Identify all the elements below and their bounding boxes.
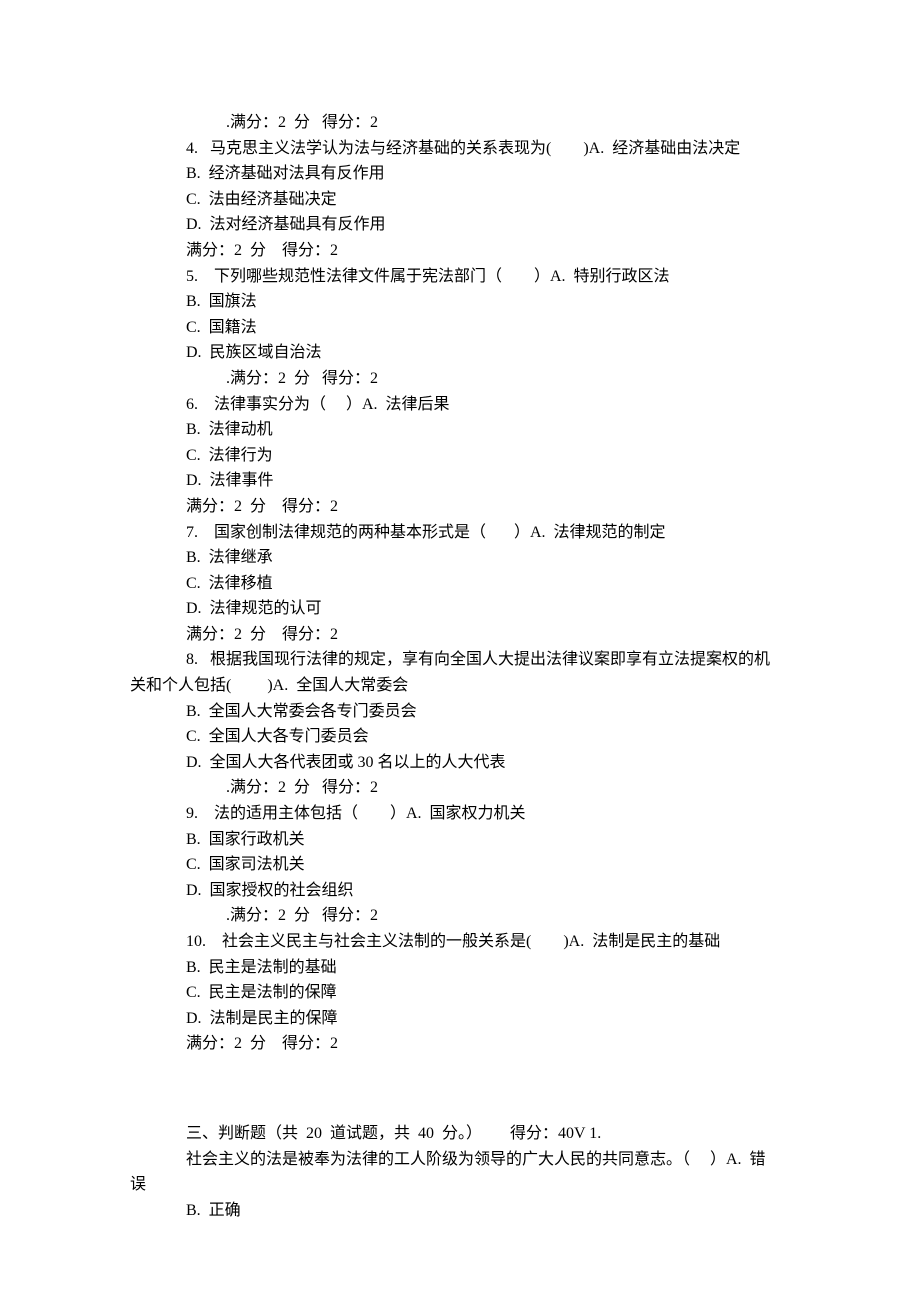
q9-option-c: C. 国家司法机关 — [130, 852, 790, 878]
q5-option-b: B. 国旗法 — [130, 289, 790, 315]
q10-option-c: C. 民主是法制的保障 — [130, 980, 790, 1006]
q7-stem: 7. 国家创制法律规范的两种基本形式是（ ）A. 法律规范的制定 — [130, 520, 790, 546]
q10-option-b: B. 民主是法制的基础 — [130, 955, 790, 981]
q9-option-b: B. 国家行政机关 — [130, 827, 790, 853]
q6-score: 满分：2 分 得分：2 — [130, 494, 790, 520]
q7-option-d: D. 法律规范的认可 — [130, 596, 790, 622]
q8-stem-line1: 8. 根据我国现行法律的规定，享有向全国人大提出法律议案即享有立法提案权的机 — [130, 647, 790, 673]
q5-option-d: D. 民族区域自治法 — [130, 340, 790, 366]
q8-option-b: B. 全国人大常委会各专门委员会 — [130, 699, 790, 725]
q4-option-c: C. 法由经济基础决定 — [130, 187, 790, 213]
q8-option-c: C. 全国人大各专门委员会 — [130, 724, 790, 750]
q7-option-c: C. 法律移植 — [130, 571, 790, 597]
q9-option-d: D. 国家授权的社会组织 — [130, 878, 790, 904]
q9-stem: 9. 法的适用主体包括（ ）A. 国家权力机关 — [130, 801, 790, 827]
q8-stem-line2: 关和个人包括( )A. 全国人大常委会 — [130, 673, 790, 699]
q10-stem: 10. 社会主义民主与社会主义法制的一般关系是( )A. 法制是民主的基础 — [130, 929, 790, 955]
q4-option-d: D. 法对经济基础具有反作用 — [130, 212, 790, 238]
section3-q1-stem-line2: 误 — [130, 1172, 790, 1198]
q6-option-c: C. 法律行为 — [130, 443, 790, 469]
q5-stem: 5. 下列哪些规范性法律文件属于宪法部门（ ）A. 特别行政区法 — [130, 264, 790, 290]
q5-score: .满分：2 分 得分：2 — [130, 366, 790, 392]
q5-option-c: C. 国籍法 — [130, 315, 790, 341]
q6-option-d: D. 法律事件 — [130, 468, 790, 494]
q7-score: 满分：2 分 得分：2 — [130, 622, 790, 648]
section3-q1-option-b: B. 正确 — [130, 1198, 790, 1224]
q7-option-b: B. 法律继承 — [130, 545, 790, 571]
q4-option-b: B. 经济基础对法具有反作用 — [130, 161, 790, 187]
q4-score: 满分：2 分 得分：2 — [130, 238, 790, 264]
q8-option-d: D. 全国人大各代表团或 30 名以上的人大代表 — [130, 750, 790, 776]
q10-option-d: D. 法制是民主的保障 — [130, 1006, 790, 1032]
q6-stem: 6. 法律事实分为（ ）A. 法律后果 — [130, 392, 790, 418]
q10-score: 满分：2 分 得分：2 — [130, 1031, 790, 1057]
q4-stem: 4. 马克思主义法学认为法与经济基础的关系表现为( )A. 经济基础由法决定 — [130, 136, 790, 162]
section3-q1-stem-line1: 社会主义的法是被奉为法律的工人阶级为领导的广大人民的共同意志。（ ）A. 错 — [130, 1147, 790, 1173]
section-gap — [130, 1057, 790, 1121]
section3-header: 三、判断题（共 20 道试题，共 40 分。） 得分：40V 1. — [130, 1121, 790, 1147]
q6-option-b: B. 法律动机 — [130, 417, 790, 443]
q3-score: .满分：2 分 得分：2 — [130, 110, 790, 136]
q9-score: .满分：2 分 得分：2 — [130, 903, 790, 929]
q8-score: .满分：2 分 得分：2 — [130, 775, 790, 801]
document-page: .满分：2 分 得分：2 4. 马克思主义法学认为法与经济基础的关系表现为( )… — [0, 0, 920, 1302]
